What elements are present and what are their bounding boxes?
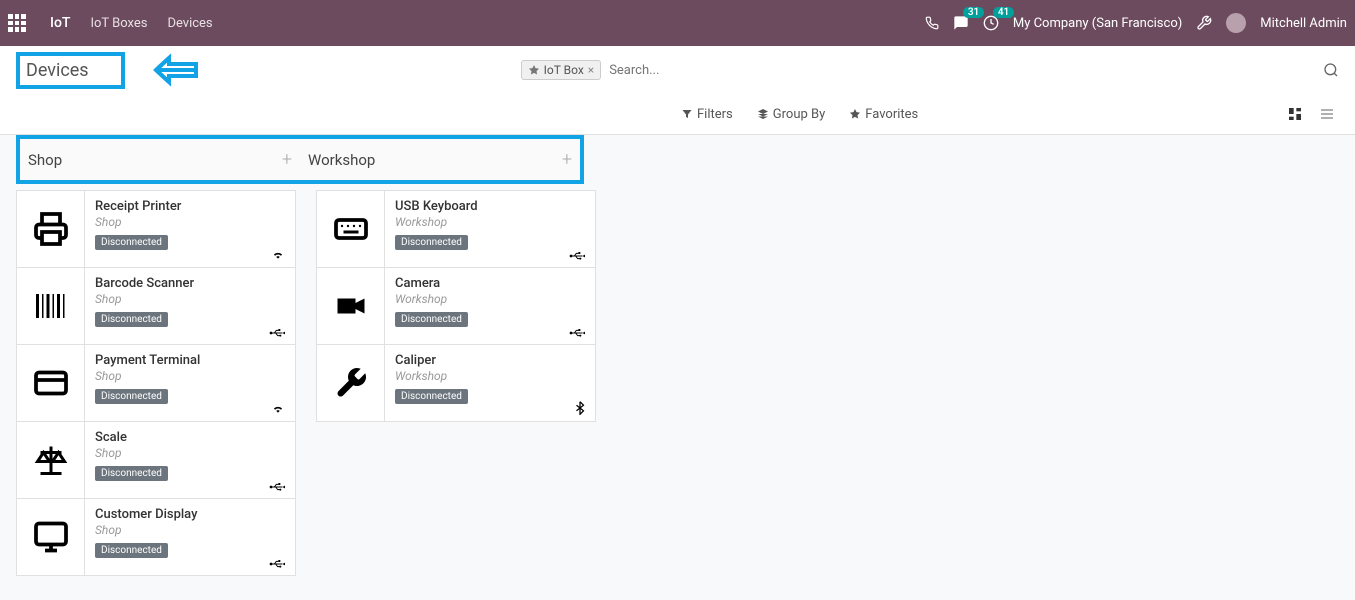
- favorites-button[interactable]: Favorites: [849, 107, 918, 122]
- device-card[interactable]: CameraWorkshop Disconnected: [316, 267, 596, 345]
- status-badge: Disconnected: [395, 235, 468, 250]
- device-card[interactable]: CaliperWorkshop Disconnected: [316, 344, 596, 422]
- control-panel: Devices IoT Box × Filters: [0, 46, 1355, 135]
- status-badge: Disconnected: [395, 389, 468, 404]
- groupby-button[interactable]: Group By: [757, 107, 826, 122]
- card-title: Scale: [95, 430, 285, 445]
- card-body: USB KeyboardWorkshop Disconnected: [385, 191, 595, 267]
- card-body: ScaleShop Disconnected: [85, 422, 295, 498]
- status-badge: Disconnected: [95, 543, 168, 558]
- page-title: Devices: [16, 52, 125, 89]
- card-title: Camera: [395, 276, 585, 291]
- topbar: IoT IoT Boxes Devices 31 41 My Company (…: [0, 0, 1355, 46]
- messages-badge: 31: [963, 7, 984, 18]
- bluetooth-icon: [575, 401, 585, 415]
- company-name[interactable]: My Company (San Francisco): [1013, 16, 1182, 31]
- search-icon[interactable]: [1323, 62, 1339, 78]
- search-input[interactable]: [601, 59, 1323, 82]
- status-badge: Disconnected: [95, 389, 168, 404]
- card-title: Barcode Scanner: [95, 276, 285, 291]
- monitor-icon: [17, 499, 85, 575]
- search-facet[interactable]: IoT Box ×: [521, 60, 602, 80]
- filter-group: Filters Group By Favorites: [681, 107, 918, 122]
- usb-icon: [569, 328, 585, 338]
- device-card[interactable]: Barcode ScannerShop Disconnected: [16, 267, 296, 345]
- kanban-header-workshop[interactable]: Workshop +: [300, 139, 580, 180]
- user-name[interactable]: Mitchell Admin: [1260, 16, 1347, 31]
- kanban-header-shop[interactable]: Shop +: [20, 139, 300, 180]
- card-body: CaliperWorkshop Disconnected: [385, 345, 595, 421]
- wifi-icon: [271, 401, 285, 415]
- card-body: Customer DisplayShop Disconnected: [85, 499, 295, 575]
- card-subtitle: Shop: [95, 523, 285, 537]
- card-subtitle: Workshop: [395, 215, 585, 229]
- topbar-right: 31 41 My Company (San Francisco) Mitchel…: [925, 13, 1347, 33]
- search-bar: IoT Box ×: [521, 59, 1339, 82]
- printer-icon: [17, 191, 85, 267]
- usb-icon: [269, 482, 285, 492]
- card-title: Caliper: [395, 353, 585, 368]
- nav-iot-boxes[interactable]: IoT Boxes: [90, 16, 147, 31]
- card-title: Payment Terminal: [95, 353, 285, 368]
- add-card-shop[interactable]: +: [282, 149, 292, 170]
- card-subtitle: Shop: [95, 369, 285, 383]
- activities-icon[interactable]: 41: [983, 15, 999, 31]
- usb-icon: [569, 251, 585, 261]
- wifi-icon: [271, 247, 285, 261]
- messages-icon[interactable]: 31: [953, 15, 969, 31]
- status-badge: Disconnected: [95, 466, 168, 481]
- view-switcher: [1283, 102, 1339, 126]
- status-badge: Disconnected: [95, 312, 168, 327]
- scale-icon: [17, 422, 85, 498]
- status-badge: Disconnected: [95, 235, 168, 250]
- apps-icon[interactable]: [8, 14, 26, 32]
- wrench-icon: [317, 345, 385, 421]
- card-title: Receipt Printer: [95, 199, 285, 214]
- usb-icon: [269, 328, 285, 338]
- card-title: Customer Display: [95, 507, 285, 522]
- search-facet-remove[interactable]: ×: [588, 63, 594, 77]
- card-subtitle: Shop: [95, 446, 285, 460]
- kanban-view-button[interactable]: [1283, 102, 1307, 126]
- card-body: Barcode ScannerShop Disconnected: [85, 268, 295, 344]
- card-subtitle: Shop: [95, 292, 285, 306]
- device-card[interactable]: ScaleShop Disconnected: [16, 421, 296, 499]
- kanban-headers-annotation: Shop + Workshop +: [16, 135, 584, 184]
- device-card[interactable]: Payment TerminalShop Disconnected: [16, 344, 296, 422]
- nav-devices[interactable]: Devices: [167, 16, 212, 31]
- barcode-icon: [17, 268, 85, 344]
- keyboard-icon: [317, 191, 385, 267]
- card-body: Payment TerminalShop Disconnected: [85, 345, 295, 421]
- phone-icon[interactable]: [925, 16, 939, 30]
- card-body: Receipt PrinterShop Disconnected: [85, 191, 295, 267]
- avatar[interactable]: [1226, 13, 1246, 33]
- settings-icon[interactable]: [1196, 15, 1212, 31]
- search-facet-label: IoT Box: [544, 63, 584, 77]
- device-card[interactable]: Customer DisplayShop Disconnected: [16, 498, 296, 576]
- topbar-left: IoT IoT Boxes Devices: [8, 14, 213, 32]
- card-title: USB Keyboard: [395, 199, 585, 214]
- card-subtitle: Workshop: [395, 369, 585, 383]
- activities-badge: 41: [993, 7, 1014, 18]
- usb-icon: [269, 559, 285, 569]
- status-badge: Disconnected: [395, 312, 468, 327]
- annotation-arrow: [141, 50, 201, 90]
- device-card[interactable]: USB KeyboardWorkshop Disconnected: [316, 190, 596, 268]
- kanban-column-workshop: USB KeyboardWorkshopDisconnectedCameraWo…: [316, 190, 596, 576]
- filters-button[interactable]: Filters: [681, 107, 733, 122]
- card-subtitle: Workshop: [395, 292, 585, 306]
- list-view-button[interactable]: [1315, 102, 1339, 126]
- card-body: CameraWorkshop Disconnected: [385, 268, 595, 344]
- camera-icon: [317, 268, 385, 344]
- kanban-column-shop: Receipt PrinterShopDisconnectedBarcode S…: [16, 190, 296, 576]
- add-card-workshop[interactable]: +: [562, 149, 572, 170]
- card-subtitle: Shop: [95, 215, 285, 229]
- device-card[interactable]: Receipt PrinterShop Disconnected: [16, 190, 296, 268]
- kanban-board: Receipt PrinterShopDisconnectedBarcode S…: [0, 190, 1355, 576]
- card-icon: [17, 345, 85, 421]
- app-name: IoT: [50, 15, 70, 31]
